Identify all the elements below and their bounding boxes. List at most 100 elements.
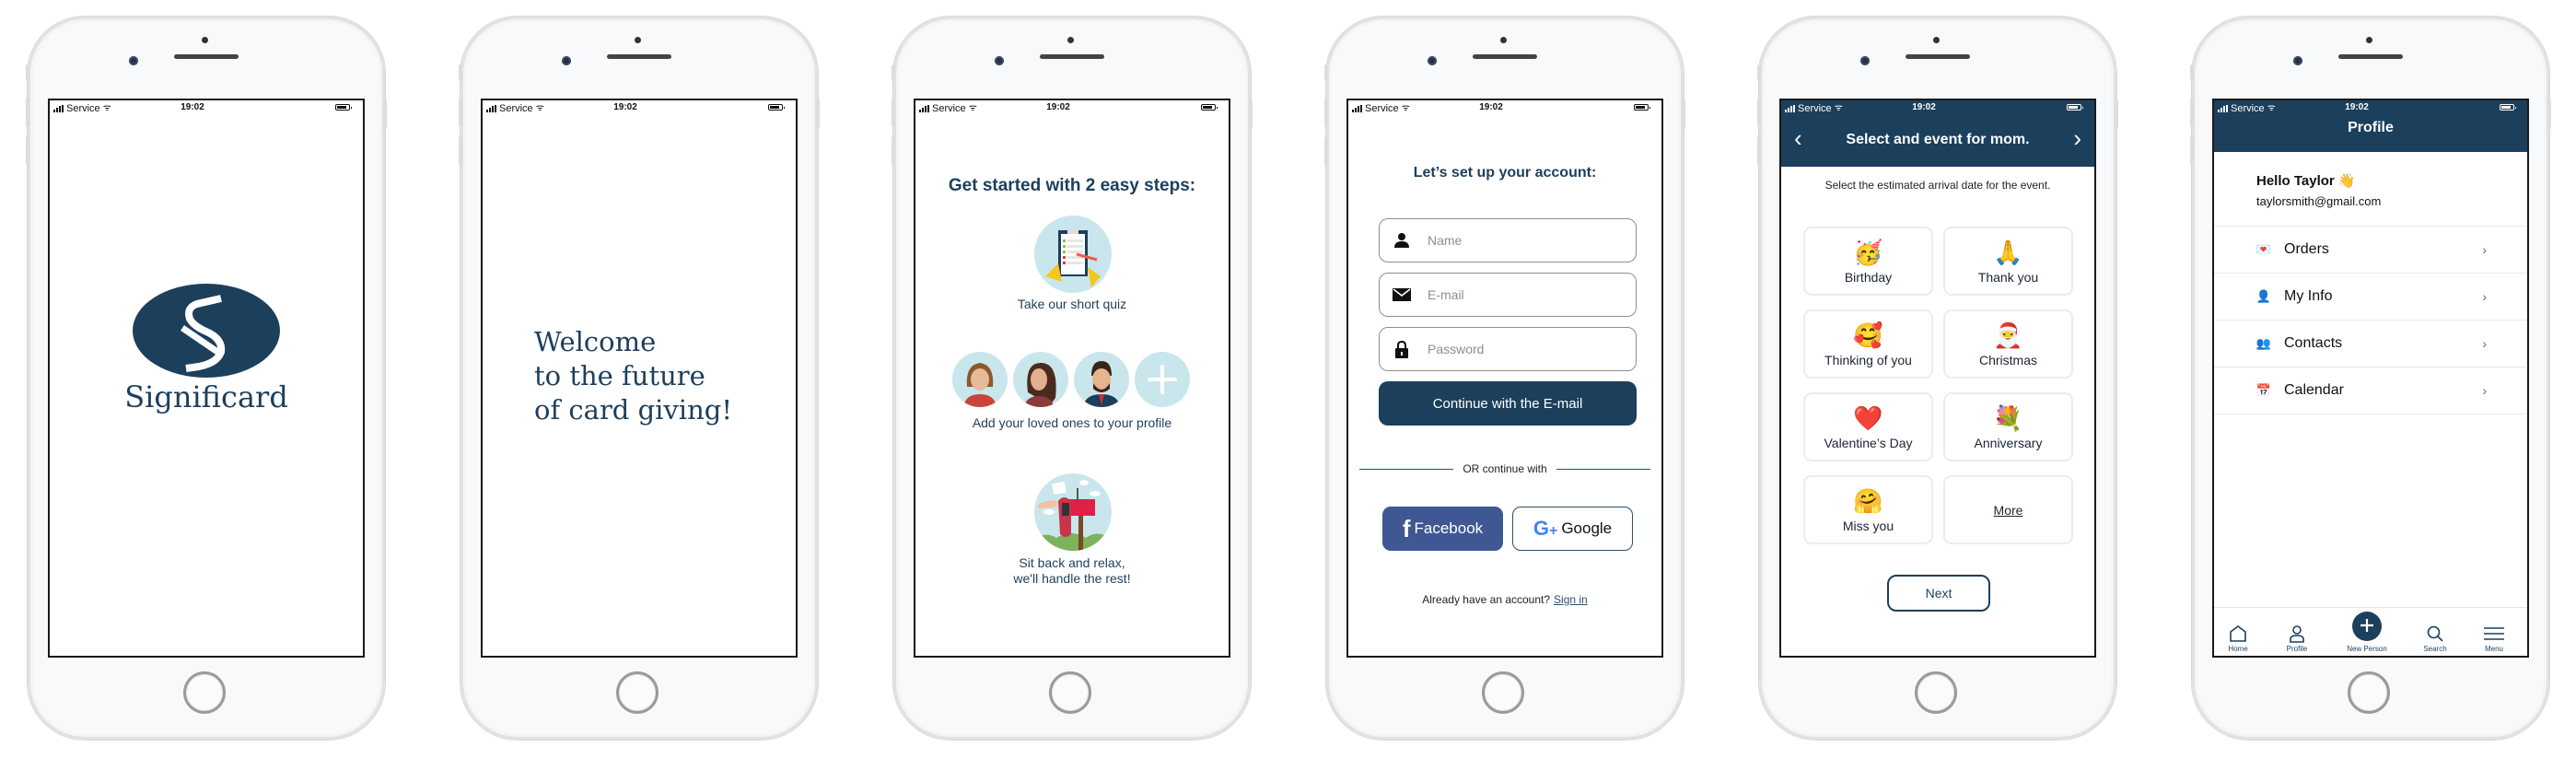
home-button[interactable]	[183, 671, 226, 714]
menu-item-label: Calendar	[2284, 382, 2344, 398]
event-option-thinking-of-you[interactable]: 🥰 Thinking of you	[1803, 309, 1933, 379]
event-subtitle: Select the estimated arrival date for th…	[1824, 179, 2051, 192]
account-title: Let’s set up your account:	[1413, 165, 1597, 181]
screen-account: Service ᯤ 19:02 Let’s set up your account…	[1346, 99, 1663, 658]
home-button[interactable]	[616, 671, 659, 714]
continue-email-button[interactable]: Continue with the E-mail	[1379, 381, 1637, 426]
brand-name: Significard	[124, 379, 288, 414]
battery-icon	[768, 104, 785, 111]
status-bar: Service ᯤ 19:02	[915, 100, 1229, 115]
step-caption-line: we'll handle the rest!	[1013, 571, 1131, 586]
tab-new-person[interactable]: New Person	[2339, 612, 2395, 653]
earpiece-speaker	[1040, 54, 1104, 59]
password-field[interactable]	[1379, 327, 1637, 371]
event-option-label: Birthday	[1844, 269, 1893, 285]
welcome-line: of card giving!	[534, 394, 732, 426]
tab-search[interactable]: Search	[2407, 624, 2463, 653]
event-option-label: Miss you	[1842, 518, 1894, 533]
name-input[interactable]	[1426, 232, 1614, 249]
menu-item-label: My Info	[2284, 288, 2333, 304]
tab-label: Profile	[2286, 645, 2308, 653]
proximity-sensor	[1500, 37, 1507, 43]
tab-profile[interactable]: Profile	[2269, 624, 2325, 653]
event-option-more[interactable]: More	[1943, 475, 2073, 544]
screen-profile: Service ᯤ 19:02 Profile Hello Taylor 👋 ta…	[2212, 99, 2529, 658]
phone-frame-get-started: Service ᯤ 19:02 Get started with 2 easy s…	[892, 17, 1253, 740]
email-input[interactable]	[1426, 286, 1614, 303]
battery-icon	[2067, 104, 2083, 111]
lock-icon	[1393, 340, 1411, 358]
welcome-line: Welcome	[534, 326, 657, 357]
menu-item-my-info[interactable]: 👤 My Info ›	[2214, 274, 2527, 321]
event-option-anniversary[interactable]: 💐 Anniversary	[1943, 392, 2073, 461]
home-button[interactable]	[1049, 671, 1091, 714]
love-letter-icon: 💌	[2255, 242, 2272, 256]
loved-one-avatar[interactable]	[1013, 352, 1068, 407]
status-bar: Service ᯤ 19:02	[2214, 100, 2527, 115]
phone-frame-profile: Service ᯤ 19:02 Profile Hello Taylor 👋 ta…	[2190, 17, 2551, 740]
front-camera	[562, 56, 571, 65]
front-camera	[2293, 56, 2302, 65]
earpiece-speaker	[1473, 54, 1537, 59]
plus-icon	[2352, 612, 2382, 641]
loved-one-avatar[interactable]	[952, 352, 1008, 407]
email-field[interactable]	[1379, 273, 1637, 317]
chevron-right-icon: ›	[2482, 289, 2487, 304]
proximity-sensor	[635, 37, 641, 43]
phone-frame-splash: Service ᯤ 19:02 Significard	[26, 17, 387, 740]
folded-hands-icon: 🙏	[1993, 238, 2023, 266]
more-link[interactable]: More	[1994, 503, 2023, 518]
event-option-valentines-day[interactable]: ❤️ Valentine’s Day	[1803, 392, 1933, 461]
bouquet-icon: 💐	[1993, 403, 2023, 432]
add-loved-one-button[interactable]	[1135, 352, 1190, 407]
event-option-thank-you[interactable]: 🙏 Thank you	[1943, 227, 2073, 296]
quiz-clipboard-icon[interactable]	[1034, 216, 1112, 293]
event-header: Service ᯤ 19:02 ‹ Select and event for mo…	[1781, 100, 2094, 167]
earpiece-speaker	[2338, 54, 2403, 59]
password-input[interactable]	[1426, 341, 1614, 357]
home-button[interactable]	[2348, 671, 2390, 714]
event-option-christmas[interactable]: 🎅 Christmas	[1943, 309, 2073, 379]
menu-item-orders[interactable]: 💌 Orders ›	[2214, 227, 2527, 274]
menu-item-contacts[interactable]: 👥 Contacts ›	[2214, 321, 2527, 367]
signin-link[interactable]: Sign in	[1554, 593, 1588, 606]
smiling-hearts-icon: 🥰	[1853, 321, 1883, 349]
tab-label: Search	[2423, 645, 2447, 653]
event-option-birthday[interactable]: 🥳 Birthday	[1803, 227, 1933, 296]
facebook-button[interactable]: f Facebook	[1382, 507, 1503, 551]
status-time: 19:02	[1046, 102, 1070, 112]
name-field[interactable]	[1379, 218, 1637, 262]
signin-prompt: Already have an account? Sign in	[1348, 593, 1661, 606]
proximity-sensor	[1067, 37, 1074, 43]
front-camera	[1428, 56, 1437, 65]
earpiece-speaker	[607, 54, 671, 59]
event-option-miss-you[interactable]: 🤗 Miss you	[1803, 475, 1933, 544]
google-button[interactable]: G+ Google	[1512, 507, 1633, 551]
person-icon	[1393, 232, 1411, 249]
loved-one-avatar[interactable]	[1074, 352, 1129, 407]
forward-chevron-icon[interactable]: ›	[2073, 126, 2081, 150]
front-camera	[995, 56, 1004, 65]
step-caption: Add your loved ones to your profile	[972, 415, 1172, 430]
phone-frame-event: Service ᯤ 19:02 ‹ Select and event for mo…	[1757, 17, 2118, 740]
status-bar: Service ᯤ 19:02	[483, 100, 796, 115]
event-option-label: Valentine’s Day	[1824, 435, 1913, 450]
menu-item-calendar[interactable]: 📅 Calendar ›	[2214, 367, 2527, 414]
tab-menu[interactable]: Menu	[2466, 624, 2522, 653]
welcome-heading: Welcome to the future of card giving!	[534, 325, 732, 427]
next-button[interactable]: Next	[1887, 575, 1990, 612]
user-email: taylorsmith@gmail.com	[2256, 194, 2382, 208]
event-title: Select and event for mom.	[1846, 132, 2030, 147]
greeting: Hello Taylor 👋	[2256, 173, 2356, 189]
search-icon	[2427, 625, 2443, 642]
event-option-label: Anniversary	[1974, 435, 2043, 450]
home-button[interactable]	[1915, 671, 1957, 714]
menu-icon	[2484, 627, 2504, 640]
status-time: 19:02	[1912, 102, 1936, 112]
status-time: 19:02	[613, 102, 637, 112]
or-divider: OR continue with	[1359, 462, 1651, 475]
tab-home[interactable]: Home	[2214, 624, 2266, 653]
home-button[interactable]	[1482, 671, 1524, 714]
logo-s-icon	[181, 295, 226, 372]
plus-icon	[1148, 365, 1177, 394]
